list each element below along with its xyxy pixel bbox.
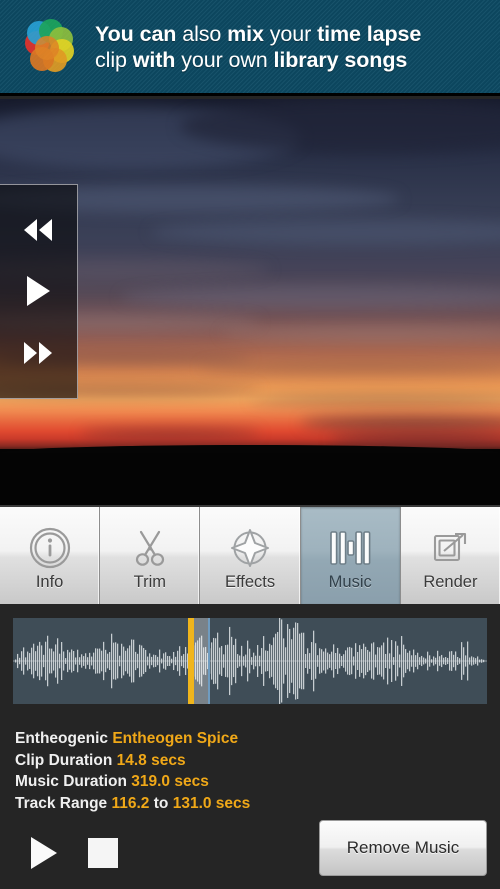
tab-effects-label: Effects [224, 572, 276, 591]
track-range-to: to [153, 794, 169, 812]
promo-seg-9: library songs [273, 47, 408, 72]
promo-seg-5: time lapse [317, 21, 422, 46]
video-preview[interactable] [0, 99, 500, 505]
promo-line-1: You can also mix your time lapse [95, 21, 421, 47]
rainbow-petal-logo [17, 16, 79, 78]
tab-music-label: Music [328, 572, 372, 591]
fast-forward-icon[interactable] [18, 336, 58, 370]
tab-music[interactable]: Music [300, 507, 401, 604]
compass-star-icon [228, 524, 272, 572]
play-icon[interactable] [26, 835, 62, 871]
promo-seg-1: You can [95, 21, 183, 46]
promo-seg-6: clip [95, 47, 133, 72]
tab-render[interactable]: Render [400, 507, 500, 604]
promo-seg-2: also [182, 21, 228, 46]
editor-tabbar: Info Trim Effects Music Render [0, 505, 500, 604]
promo-line-2: clip with your own library songs [95, 47, 421, 73]
promo-seg-7: with [132, 47, 182, 72]
promo-seg-3: mix [227, 21, 270, 46]
tab-effects[interactable]: Effects [200, 507, 301, 604]
promo-banner-text: You can also mix your time lapse clip wi… [95, 21, 421, 73]
scissors-icon [128, 524, 172, 572]
export-box-icon [428, 524, 472, 572]
tab-trim-label: Trim [133, 572, 166, 591]
video-playback-controls [0, 184, 78, 399]
tab-render-label: Render [423, 572, 478, 591]
music-duration-label: Music Duration [15, 773, 127, 790]
clip-duration-row: Clip Duration 14.8 secs [15, 750, 415, 772]
app-root: You can also mix your time lapse clip wi… [0, 0, 500, 889]
tab-trim[interactable]: Trim [100, 507, 201, 604]
track-artist-title-row: Entheogenic Entheogen Spice [15, 728, 415, 750]
music-waveform[interactable] [13, 618, 487, 704]
promo-banner: You can also mix your time lapse clip wi… [0, 0, 500, 96]
track-range-start: 116.2 [111, 794, 150, 812]
promo-seg-4: your [269, 21, 318, 46]
tab-info[interactable]: Info [0, 507, 101, 604]
track-range-end: 131.0 secs [172, 794, 251, 812]
tab-info-label: Info [35, 572, 64, 591]
remove-music-button[interactable]: Remove Music [319, 820, 487, 876]
track-artist: Entheogenic [15, 730, 109, 747]
promo-seg-8: your own [181, 47, 274, 72]
horizon-silhouette [0, 445, 500, 505]
stop-icon[interactable] [88, 838, 118, 868]
music-duration-value: 319.0 secs [131, 773, 209, 790]
track-title: Entheogen Spice [112, 730, 239, 747]
waveform-bars [13, 618, 487, 704]
track-details: Entheogenic Entheogen Spice Clip Duratio… [15, 728, 415, 814]
clip-duration-value: 14.8 secs [116, 751, 186, 769]
track-range-label: Track Range [15, 794, 108, 812]
track-range-row: Track Range 116.2 to 131.0 secs [15, 793, 415, 815]
waveform-playhead[interactable] [188, 618, 195, 704]
equalizer-icon [327, 524, 373, 572]
waveform-panel [0, 604, 500, 718]
play-icon[interactable] [18, 274, 58, 308]
clip-duration-label: Clip Duration [15, 751, 113, 769]
rewind-icon[interactable] [18, 213, 58, 247]
info-circle-icon [28, 524, 72, 572]
music-duration-row: Music Duration 319.0 secs [15, 771, 415, 793]
